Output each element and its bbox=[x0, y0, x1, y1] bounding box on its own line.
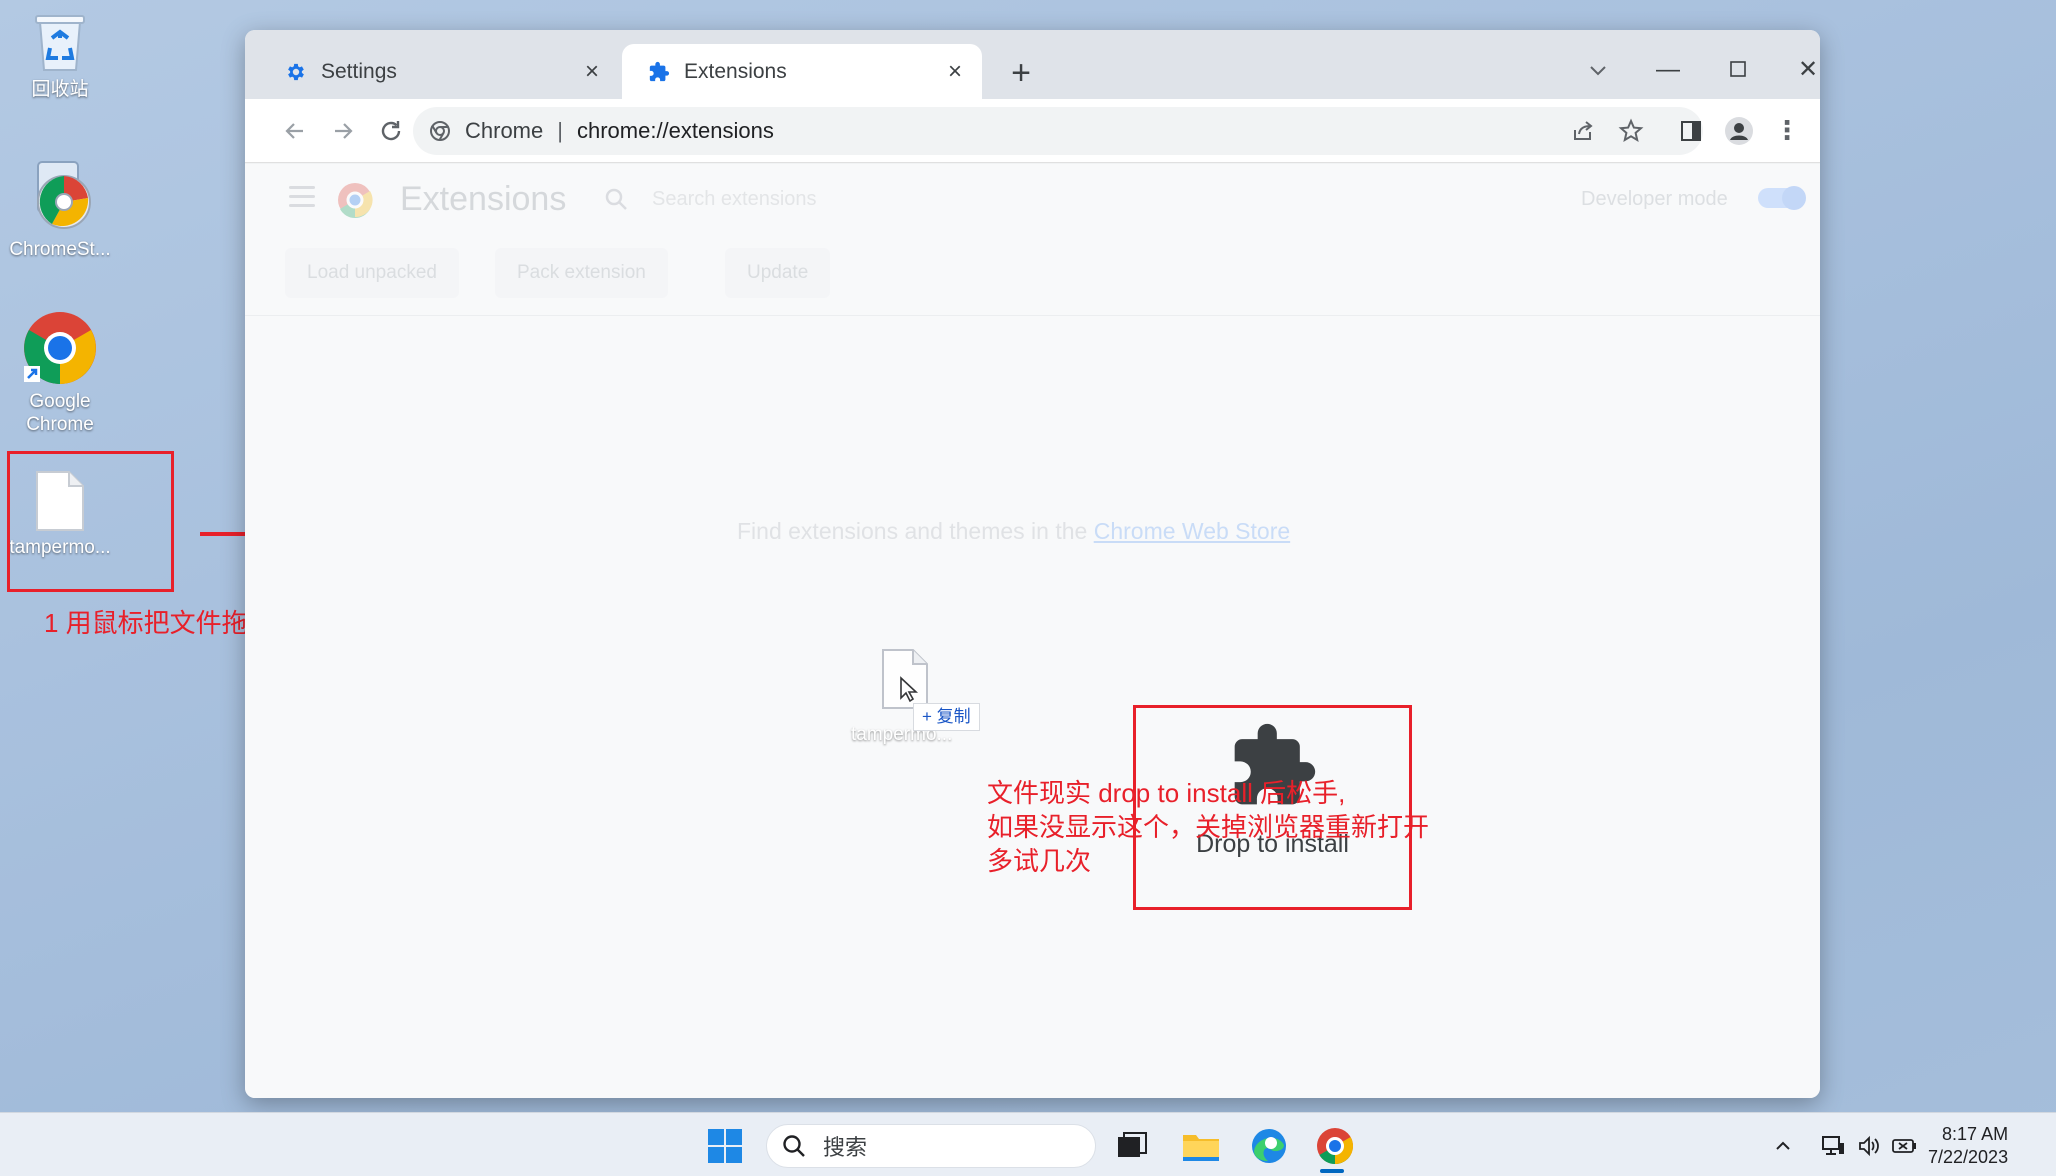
omnibox-separator: | bbox=[557, 118, 563, 143]
annotation-highlight-file bbox=[7, 451, 174, 592]
copy-badge: + 复制 bbox=[913, 703, 980, 731]
show-hidden-icons-chevron-icon[interactable] bbox=[1766, 1129, 1800, 1163]
taskbar-search-box[interactable]: 搜索 bbox=[766, 1124, 1096, 1168]
search-icon[interactable] bbox=[603, 186, 629, 212]
extensions-header: Extensions Search extensions Developer m… bbox=[245, 164, 1820, 236]
reload-button[interactable] bbox=[373, 113, 409, 149]
find-text-prefix: Find extensions and themes in the bbox=[737, 518, 1094, 544]
file-explorer-icon[interactable] bbox=[1176, 1121, 1226, 1171]
desktop-icon-label: Google Chrome bbox=[26, 391, 94, 435]
developer-mode-label: Developer mode bbox=[1581, 188, 1728, 210]
page-title: Extensions bbox=[400, 180, 567, 218]
new-tab-button[interactable]: + bbox=[1003, 56, 1039, 92]
bookmark-star-icon[interactable] bbox=[1613, 113, 1649, 149]
annotation-note-line: 多试几次 bbox=[987, 846, 1092, 876]
desktop-icon-google-chrome[interactable]: Google Chrome bbox=[4, 310, 116, 436]
more-menu-icon[interactable]: ⋮ bbox=[1769, 113, 1805, 149]
annotation-note: 文件现实 drop to install 后松手, 如果没显示这个，关掉浏览器重… bbox=[987, 776, 1429, 878]
taskbar-search-placeholder: 搜索 bbox=[823, 1135, 868, 1160]
developer-mode-toggle[interactable] bbox=[1758, 186, 1806, 210]
chrome-web-store-link[interactable]: Chrome Web Store bbox=[1094, 518, 1290, 544]
maximize-button[interactable] bbox=[1715, 52, 1761, 88]
toolbar: Chrome | chrome://extensions ⋮ bbox=[245, 99, 1820, 163]
taskbar: 搜索 8:17 AM 7/22/2023 bbox=[0, 1112, 2056, 1176]
task-view-icon[interactable] bbox=[1107, 1121, 1157, 1171]
find-extensions-text: Find extensions and themes in the Chrome… bbox=[737, 518, 1290, 545]
desktop-icon-recycle-bin[interactable]: 回收站 bbox=[4, 8, 116, 101]
update-button[interactable]: Update bbox=[725, 248, 831, 298]
load-unpacked-button[interactable]: Load unpacked bbox=[285, 248, 459, 298]
gear-icon bbox=[288, 63, 304, 80]
chrome-logo-icon bbox=[338, 183, 373, 218]
chrome-window: Settings × Extensions × + — ✕ Chrome | c… bbox=[245, 30, 1820, 1098]
minimize-button[interactable]: — bbox=[1645, 52, 1691, 88]
edge-browser-icon[interactable] bbox=[1244, 1121, 1294, 1171]
tab-extensions[interactable]: Extensions × bbox=[622, 44, 982, 99]
annotation-note-line: 如果没显示这个，关掉浏览器重新打开 bbox=[987, 812, 1430, 842]
hamburger-menu-icon[interactable] bbox=[289, 186, 315, 208]
search-extensions-input[interactable]: Search extensions bbox=[652, 188, 817, 211]
chrome-icon bbox=[24, 312, 96, 384]
recycle-bin-icon bbox=[35, 15, 85, 71]
desktop-icon-label: 回收站 bbox=[31, 79, 89, 100]
desktop-icon-label: ChromeSt... bbox=[9, 239, 111, 260]
puzzle-icon bbox=[649, 61, 670, 81]
extensions-page: Extensions Search extensions Developer m… bbox=[245, 164, 1820, 1098]
developer-toolbar: Load unpacked Pack extension Update bbox=[245, 236, 1820, 316]
running-indicator bbox=[1320, 1169, 1344, 1173]
annotation-note-line: 文件现实 drop to install 后松手, bbox=[987, 778, 1346, 808]
side-panel-icon[interactable] bbox=[1673, 113, 1709, 149]
desktop-icon-chromestandalone[interactable]: ChromeSt... bbox=[4, 158, 116, 261]
battery-icon[interactable] bbox=[1888, 1129, 1922, 1163]
windows-start-icon[interactable] bbox=[700, 1121, 750, 1171]
tab-settings[interactable]: Settings × bbox=[259, 44, 619, 99]
tab-search-chevron-icon[interactable] bbox=[1575, 52, 1621, 88]
system-clock[interactable]: 8:17 AM 7/22/2023 bbox=[1928, 1123, 2008, 1169]
back-button[interactable] bbox=[277, 113, 313, 149]
close-icon[interactable]: × bbox=[944, 59, 966, 83]
url-text: chrome://extensions bbox=[576, 118, 774, 143]
installer-disc-icon bbox=[37, 161, 91, 229]
site-chip: Chrome bbox=[465, 118, 544, 143]
profile-avatar-icon[interactable] bbox=[1721, 113, 1757, 149]
clock-date: 7/22/2023 bbox=[1928, 1147, 2009, 1167]
tab-title: Extensions bbox=[684, 59, 787, 83]
chrome-taskbar-icon[interactable] bbox=[1310, 1121, 1360, 1171]
volume-icon[interactable] bbox=[1852, 1129, 1886, 1163]
close-icon[interactable]: × bbox=[581, 59, 603, 83]
share-icon[interactable] bbox=[1565, 113, 1601, 149]
tab-strip: Settings × Extensions × + — ✕ bbox=[245, 30, 1820, 99]
search-icon bbox=[783, 1135, 805, 1157]
forward-button[interactable] bbox=[325, 113, 361, 149]
clock-time: 8:17 AM bbox=[1942, 1124, 2009, 1144]
pack-extension-button[interactable]: Pack extension bbox=[495, 248, 668, 298]
chrome-site-icon bbox=[430, 121, 450, 141]
drag-ghost: tampermo... bbox=[851, 648, 981, 748]
tab-title: Settings bbox=[321, 59, 397, 83]
network-icon[interactable] bbox=[1816, 1129, 1850, 1163]
close-window-button[interactable]: ✕ bbox=[1785, 52, 1820, 88]
file-icon bbox=[882, 649, 928, 709]
address-bar[interactable]: Chrome | chrome://extensions bbox=[413, 107, 1703, 155]
